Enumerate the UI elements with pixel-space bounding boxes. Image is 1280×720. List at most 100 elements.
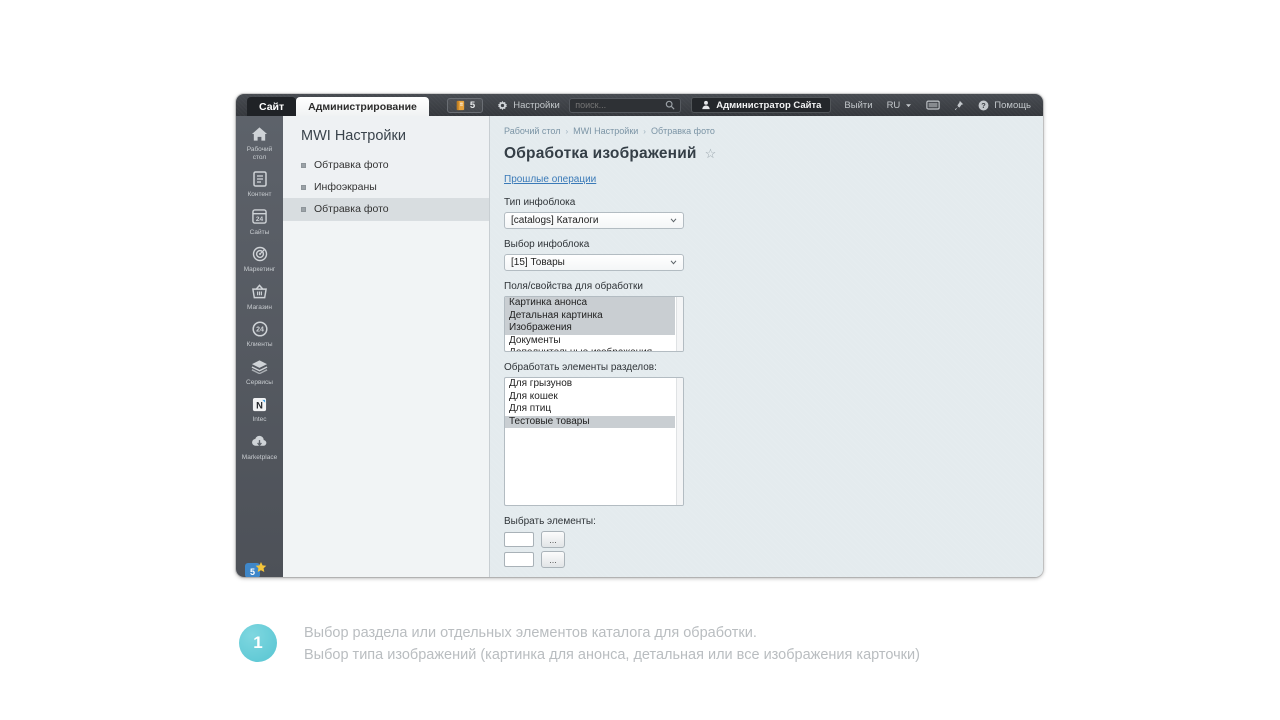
menu-item[interactable]: Обтравка фото — [283, 198, 489, 220]
svg-text:24: 24 — [256, 216, 264, 223]
list-option[interactable]: Изображения — [505, 322, 675, 335]
help-button[interactable]: ? Помощь — [978, 100, 1031, 111]
main-content: Рабочий стол›MWI Настройки›Обтравка фото… — [490, 116, 1043, 577]
list-option[interactable]: Дополнительные изображения — [505, 347, 675, 352]
list-option[interactable]: Картинка анонса — [505, 297, 675, 310]
annotation-line-1: Выбор раздела или отдельных элементов ка… — [304, 623, 920, 645]
menu-panel-lower — [283, 221, 489, 577]
list-option[interactable]: Тестовые товары — [505, 416, 675, 429]
language-dropdown[interactable]: RU — [887, 100, 913, 111]
menu-item[interactable]: Инфоэкраны — [283, 176, 489, 198]
annotation-line-2: Выбор типа изображений (картинка для ано… — [304, 645, 920, 667]
breadcrumb-separator: › — [566, 127, 569, 136]
marketplace-icon — [251, 433, 268, 451]
services-icon — [251, 358, 268, 376]
page-title: Обработка изображений — [504, 145, 697, 163]
svg-text:24: 24 — [256, 327, 264, 334]
iblock-type-select[interactable]: [catalogs] Каталоги — [504, 212, 684, 229]
language-label: RU — [887, 100, 901, 111]
sidebar-item-marketing[interactable]: Маркетинг — [236, 245, 283, 274]
user-icon — [701, 100, 711, 110]
element-browse-button-2[interactable]: ... — [541, 551, 565, 568]
settings-label: Настройки — [513, 100, 560, 111]
sidebar-item-home[interactable]: Рабочий стол — [236, 125, 283, 161]
notifications-count: 5 — [470, 100, 475, 111]
search-input[interactable] — [575, 100, 665, 110]
menu-panel: MWI Настройки Обтравка фото Инфоэкраны О… — [283, 116, 490, 577]
favorite-star-icon[interactable]: ☆ — [705, 146, 717, 162]
marketing-icon — [252, 245, 268, 263]
top-bar: Сайт Администрирование 5 Настройки Админ… — [236, 94, 1043, 116]
sidebar-item-label: Marketplace — [242, 454, 277, 462]
sidebar-item-label: Магазин — [247, 304, 272, 312]
logout-link[interactable]: Выйти — [844, 100, 872, 111]
sidebar-item-label: Рабочий стол — [247, 146, 273, 161]
bullet-icon — [301, 207, 306, 212]
scrollbar-track[interactable] — [676, 297, 683, 351]
intec-icon: N — [252, 395, 267, 413]
sidebar-item-shop[interactable]: Магазин — [236, 283, 283, 312]
tab-site[interactable]: Сайт — [247, 97, 296, 116]
sidebar-item-services[interactable]: Сервисы — [236, 358, 283, 387]
menu-item-label: Обтравка фото — [314, 159, 389, 171]
sidebar-item-sites[interactable]: 24 Сайты — [236, 208, 283, 237]
menu-item[interactable]: Обтравка фото — [283, 154, 489, 176]
bullet-icon — [301, 185, 306, 190]
page: Сайт Администрирование 5 Настройки Админ… — [0, 0, 1280, 720]
tab-administration[interactable]: Администрирование — [296, 97, 429, 116]
gear-icon — [497, 100, 508, 111]
element-id-input-2[interactable] — [504, 552, 534, 567]
user-name: Администратор Сайта — [716, 100, 821, 111]
breadcrumb-item[interactable]: MWI Настройки — [573, 126, 638, 136]
search-box — [569, 98, 681, 113]
sidebar-item-label: Сервисы — [246, 379, 273, 387]
element-browse-button-1[interactable]: ... — [541, 531, 565, 548]
sites-icon: 24 — [252, 208, 267, 226]
user-button[interactable]: Администратор Сайта — [691, 97, 831, 113]
sidebar-item-label: Маркетинг — [244, 266, 276, 274]
breadcrumb-item[interactable]: Рабочий стол — [504, 126, 561, 136]
clients-icon: 24 — [252, 320, 268, 338]
element-id-input-1[interactable] — [504, 532, 534, 547]
notebook-icon — [455, 100, 466, 111]
sections-listbox[interactable]: Для грызуновДля кошекДля птицТестовые то… — [504, 377, 684, 506]
home-icon — [251, 125, 268, 143]
question-icon: ? — [978, 100, 989, 111]
menu-item-label: Обтравка фото — [314, 203, 389, 215]
pin-icon[interactable] — [954, 100, 964, 111]
list-option[interactable]: Для грызунов — [505, 378, 675, 391]
search-icon[interactable] — [665, 100, 675, 110]
select-chevron-icon — [670, 260, 677, 265]
list-option[interactable]: Для птиц — [505, 403, 675, 416]
body-row: Рабочий стол Контент 24 Сайты Маркетинг М… — [236, 116, 1043, 577]
breadcrumb: Рабочий стол›MWI Настройки›Обтравка фото — [504, 126, 1043, 136]
breadcrumb-item[interactable]: Обтравка фото — [651, 126, 715, 136]
favorites-icon[interactable]: 5 — [244, 560, 268, 577]
desktop-mode-icon[interactable] — [926, 100, 940, 111]
sidebar-item-content[interactable]: Контент — [236, 170, 283, 199]
svg-text:?: ? — [982, 100, 987, 109]
settings-button[interactable]: Настройки — [497, 100, 560, 111]
sidebar-item-clients[interactable]: 24 Клиенты — [236, 320, 283, 349]
iblock-label: Выбор инфоблока — [504, 239, 1043, 250]
list-option[interactable]: Детальная картинка — [505, 310, 675, 323]
sidebar-item-intec[interactable]: N Intec — [236, 395, 283, 424]
iblock-select[interactable]: [15] Товары — [504, 254, 684, 271]
past-operations-link[interactable]: Прошлые операции — [504, 174, 596, 185]
sidebar-item-label: Контент — [247, 191, 271, 199]
sidebar-item-label: Клиенты — [246, 341, 272, 349]
sidebar-item-marketplace[interactable]: Marketplace — [236, 433, 283, 462]
elements-label: Выбрать элементы: — [504, 516, 1043, 527]
sidebar: Рабочий стол Контент 24 Сайты Маркетинг М… — [236, 116, 283, 577]
sidebar-item-label: Сайты — [250, 229, 270, 237]
iblock-type-label: Тип инфоблока — [504, 197, 1043, 208]
help-label: Помощь — [994, 100, 1031, 111]
scrollbar-track[interactable] — [676, 378, 683, 505]
notifications-badge[interactable]: 5 — [447, 98, 483, 113]
svg-text:5: 5 — [250, 567, 255, 577]
list-option[interactable]: Для кошек — [505, 391, 675, 404]
list-option[interactable]: Документы — [505, 335, 675, 348]
props-listbox[interactable]: Картинка анонсаДетальная картинкаИзображ… — [504, 296, 684, 352]
chevron-down-icon — [905, 103, 912, 108]
content-icon — [253, 170, 267, 188]
